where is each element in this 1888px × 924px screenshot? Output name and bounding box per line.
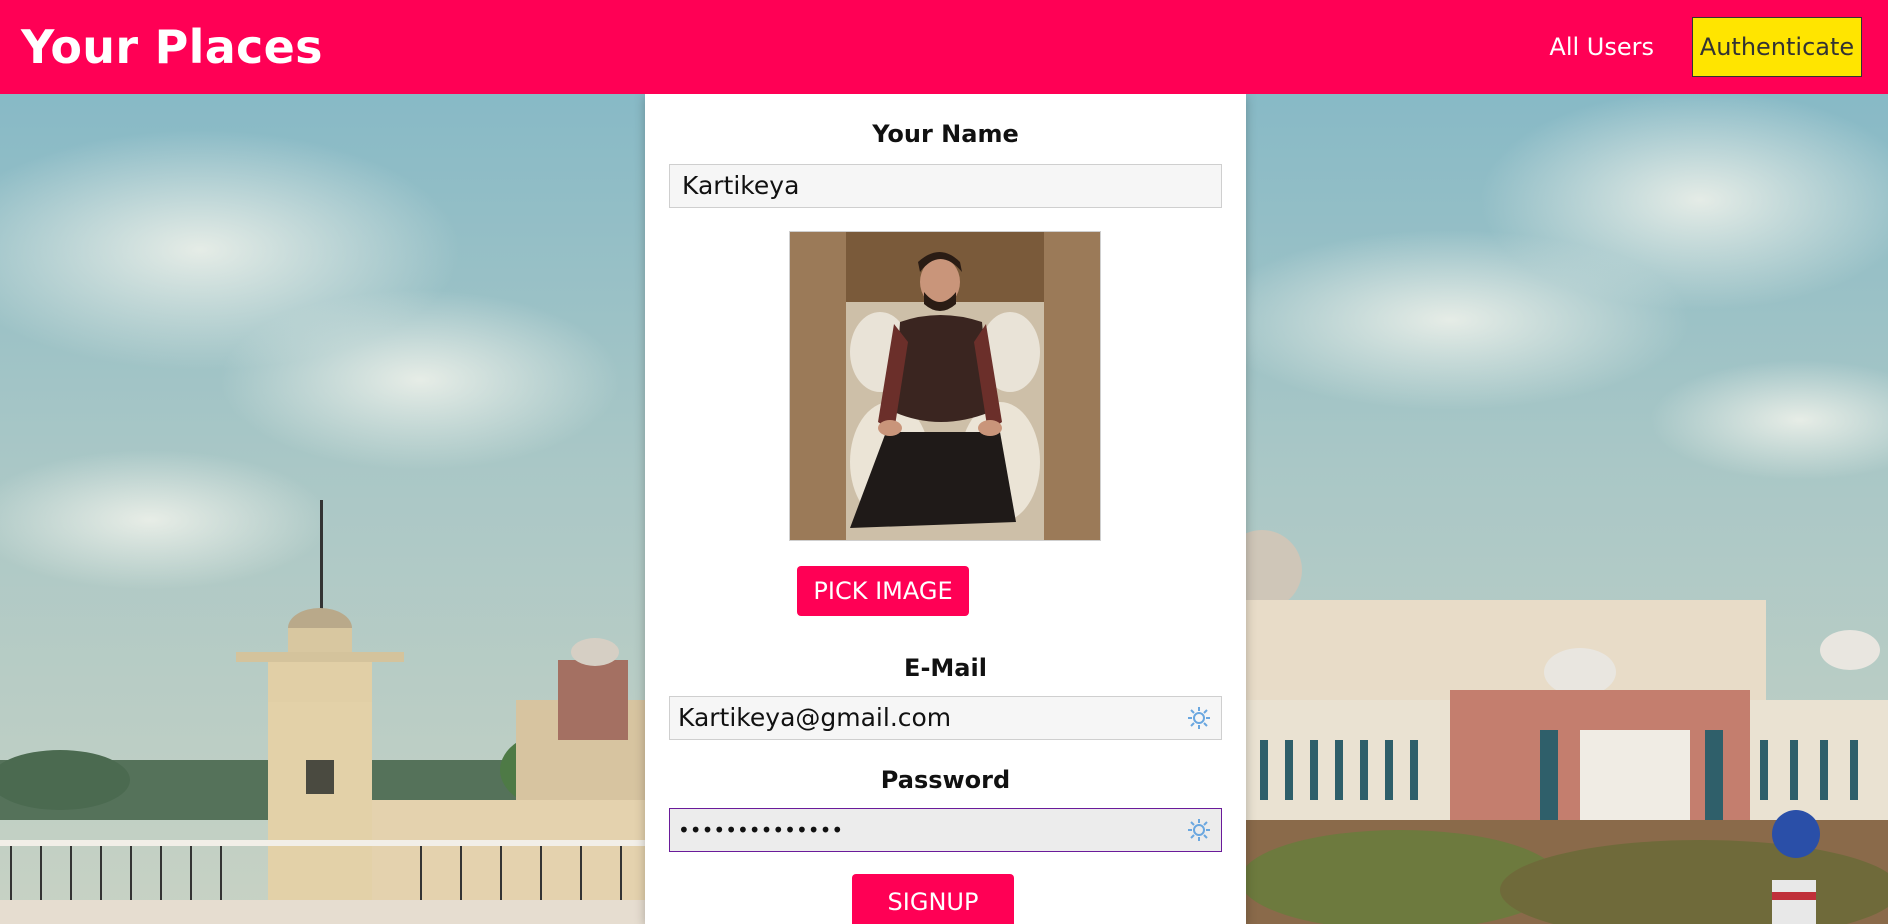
- nav-all-users-link[interactable]: All Users: [1549, 33, 1654, 61]
- profile-photo-image: [790, 232, 1100, 540]
- name-input-value: Kartikeya: [682, 171, 800, 200]
- email-input[interactable]: Kartikeya@gmail.com: [669, 696, 1222, 740]
- pick-image-button[interactable]: PICK IMAGE: [797, 566, 969, 616]
- signup-button[interactable]: SIGNUP: [852, 874, 1014, 924]
- password-manager-key-icon[interactable]: [1177, 809, 1221, 851]
- email-label: E-Mail: [904, 654, 987, 682]
- auth-card: Your Name Kartikeya PICK IMAGE E-Mail Ka…: [645, 94, 1246, 924]
- password-label: Password: [880, 766, 1011, 794]
- main-nav: All Users Authenticate: [1549, 17, 1862, 77]
- image-preview: [789, 231, 1101, 541]
- name-input[interactable]: Kartikeya: [669, 164, 1222, 208]
- password-input-value: ••••••••••••••: [678, 818, 844, 842]
- nav-authenticate-button[interactable]: Authenticate: [1692, 17, 1862, 77]
- name-label: Your Name: [872, 120, 1019, 148]
- password-manager-key-icon[interactable]: [1177, 697, 1221, 739]
- password-input[interactable]: ••••••••••••••: [669, 808, 1222, 852]
- main-header: Your Places All Users Authenticate: [0, 0, 1888, 94]
- app-title[interactable]: Your Places: [21, 20, 323, 74]
- email-input-value: Kartikeya@gmail.com: [678, 703, 952, 732]
